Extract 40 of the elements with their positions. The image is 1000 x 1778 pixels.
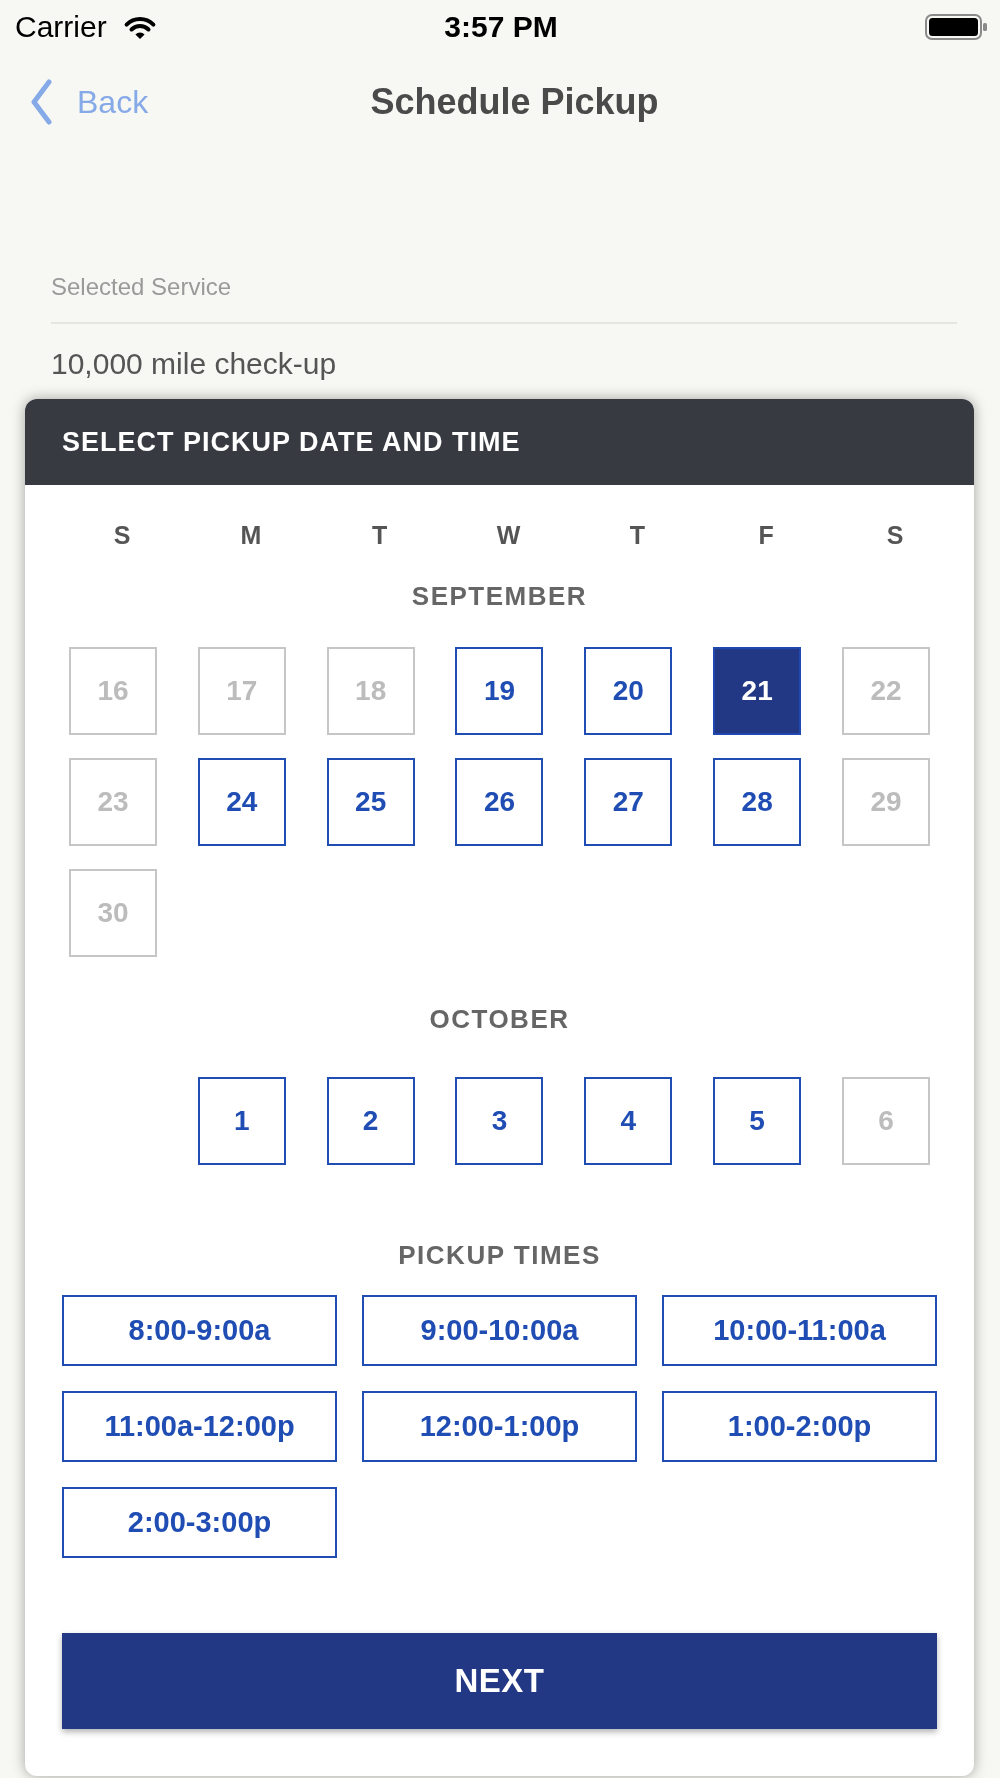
time-slot-button[interactable]: 8:00-9:00a [62, 1295, 337, 1366]
date-button[interactable]: 25 [326, 758, 415, 846]
section-title: PICKUP TIMES [398, 1240, 601, 1270]
date-button[interactable]: 24 [197, 758, 286, 846]
time-slot-button[interactable]: 1:00-2:00p [662, 1391, 937, 1462]
time-slot-button[interactable]: 11:00a-12:00p [62, 1391, 337, 1462]
date-button[interactable]: 5 [713, 1077, 802, 1165]
date-button[interactable]: 28 [713, 758, 802, 846]
date-button[interactable]: 4 [584, 1077, 673, 1165]
status-time: 3:57 PM [444, 12, 558, 42]
wifi-icon [122, 14, 157, 40]
weekday-label: T [628, 520, 646, 550]
weekday-label: M [239, 520, 263, 550]
date-button[interactable]: 27 [584, 758, 673, 846]
time-slot-button[interactable]: 9:00-10:00a [362, 1295, 637, 1366]
chevron-left-icon [29, 79, 53, 125]
time-slot-button[interactable]: 12:00-1:00p [362, 1391, 637, 1462]
date-button[interactable]: 1 [197, 1077, 286, 1165]
screen-title: Schedule Pickup [370, 84, 659, 120]
month-label: OCTOBER [429, 1004, 570, 1034]
time-slot-button[interactable]: 2:00-3:00p [62, 1487, 337, 1558]
carrier-label: Carrier [15, 12, 107, 42]
next-button[interactable]: NEXT [62, 1633, 937, 1729]
date-button[interactable]: 20 [584, 647, 673, 735]
month-label: SEPTEMBER [411, 581, 588, 611]
weekday-label: S [112, 520, 132, 550]
date-button[interactable]: 3 [455, 1077, 544, 1165]
weekday-label: T [371, 520, 389, 550]
weekday-label: F [757, 520, 775, 550]
field-value: 10,000 mile check-up [51, 349, 337, 379]
date-button[interactable]: 19 [455, 647, 544, 735]
date-button[interactable]: 26 [455, 758, 544, 846]
field-label: Selected Service [51, 272, 232, 302]
weekday-label: W [495, 520, 522, 550]
date-button[interactable]: 21 [713, 647, 802, 735]
panel-title: SELECT PICKUP DATE AND TIME [62, 428, 521, 456]
date-button[interactable]: 2 [326, 1077, 415, 1165]
battery-icon [925, 14, 987, 40]
weekday-label: S [885, 520, 905, 550]
time-slot-button[interactable]: 10:00-11:00a [662, 1295, 937, 1366]
